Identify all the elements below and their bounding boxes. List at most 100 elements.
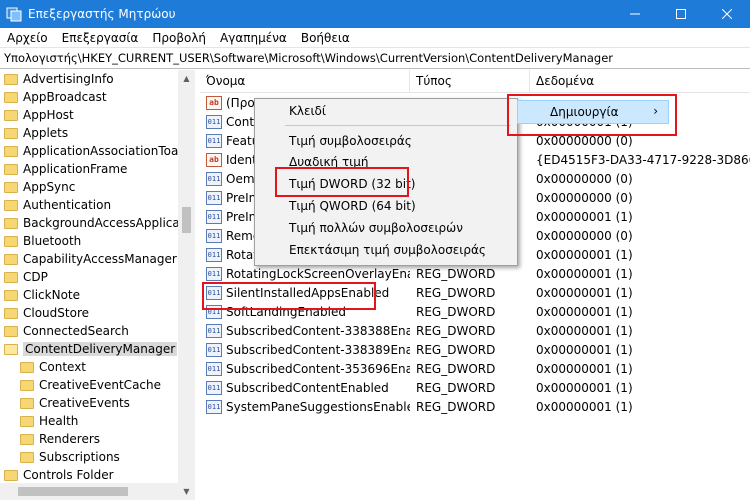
tree-item-appsync[interactable]: AppSync bbox=[0, 178, 194, 196]
tree-item-apphost[interactable]: AppHost bbox=[0, 106, 194, 124]
menu-edit[interactable]: Επεξεργασία bbox=[55, 31, 146, 45]
dword-value-icon: 011 bbox=[206, 228, 222, 243]
scroll-up-arrow-icon[interactable]: ▲ bbox=[178, 70, 195, 87]
scrollbar-thumb[interactable] bbox=[182, 207, 191, 233]
folder-icon bbox=[4, 253, 18, 265]
tree-item-advertisinginfo[interactable]: AdvertisingInfo bbox=[0, 70, 194, 88]
folder-icon bbox=[20, 415, 34, 427]
window-title: Επεξεργαστής Μητρώου bbox=[28, 7, 176, 21]
minimize-button[interactable] bbox=[612, 0, 658, 28]
menu-view[interactable]: Προβολή bbox=[145, 31, 213, 45]
tree-item-clicknote[interactable]: ClickNote bbox=[0, 286, 194, 304]
folder-icon bbox=[4, 109, 18, 121]
dword-value-icon: 011 bbox=[206, 114, 222, 129]
dword-value-icon: 011 bbox=[206, 190, 222, 205]
tree-item-cdp[interactable]: CDP bbox=[0, 268, 194, 286]
column-header-type[interactable]: Τύπος bbox=[410, 70, 530, 93]
folder-icon bbox=[20, 433, 34, 445]
tree-item-contentdeliverymanager[interactable]: ContentDeliveryManager bbox=[0, 340, 194, 358]
context-menu-item-qword-value[interactable]: Τιμή QWORD (64 bit) bbox=[255, 196, 517, 216]
folder-icon bbox=[4, 469, 18, 481]
string-value-icon: ab bbox=[206, 95, 222, 110]
column-header-name[interactable]: Όνομα bbox=[200, 70, 410, 93]
dword-value-icon: 011 bbox=[206, 323, 222, 338]
open-folder-icon bbox=[4, 343, 18, 355]
tree-item-applicationframe[interactable]: ApplicationFrame bbox=[0, 160, 194, 178]
folder-icon bbox=[4, 163, 18, 175]
tree-item-applicationassociationtoasts[interactable]: ApplicationAssociationToasts bbox=[0, 142, 194, 160]
dword-value-icon: 011 bbox=[206, 342, 222, 357]
folder-icon bbox=[4, 307, 18, 319]
dword-value-icon: 011 bbox=[206, 380, 222, 395]
folder-icon bbox=[4, 325, 18, 337]
folder-icon bbox=[4, 181, 18, 193]
tree-item-authentication[interactable]: Authentication bbox=[0, 196, 194, 214]
dword-value-icon: 011 bbox=[206, 266, 222, 281]
annotation-box-dword bbox=[275, 167, 409, 197]
tree-item-health[interactable]: Health bbox=[0, 412, 194, 430]
folder-icon bbox=[4, 127, 18, 139]
folder-icon bbox=[4, 289, 18, 301]
table-row[interactable]: 011 SubscribedContentEnabled REG_DWORD 0x00… bbox=[200, 378, 750, 397]
folder-icon bbox=[4, 91, 18, 103]
folder-icon bbox=[4, 217, 18, 229]
context-menu-item-multi-string-value[interactable]: Τιμή πολλών συμβολοσειρών bbox=[255, 218, 517, 238]
scroll-down-arrow-icon[interactable]: ▼ bbox=[178, 483, 195, 500]
folder-icon bbox=[4, 235, 18, 247]
dword-value-icon: 011 bbox=[206, 399, 222, 414]
tree-item-connectedsearch[interactable]: ConnectedSearch bbox=[0, 322, 194, 340]
close-button[interactable] bbox=[704, 0, 750, 28]
dword-value-icon: 011 bbox=[206, 171, 222, 186]
tree-item-bluetooth[interactable]: Bluetooth bbox=[0, 232, 194, 250]
context-menu-item-key[interactable]: Κλειδί bbox=[255, 101, 517, 121]
table-row[interactable]: 011RotatingLockScreenOverlayEnabl...REG_… bbox=[200, 264, 750, 283]
context-menu-item-string-value[interactable]: Τιμή συμβολοσειράς bbox=[255, 131, 517, 151]
folder-icon bbox=[4, 73, 18, 85]
tree-item-context[interactable]: Context bbox=[0, 358, 194, 376]
tree-item-applets[interactable]: Applets bbox=[0, 124, 194, 142]
dword-value-icon: 011 bbox=[206, 209, 222, 224]
folder-icon bbox=[4, 199, 18, 211]
dword-value-icon: 011 bbox=[206, 247, 222, 262]
menu-help[interactable]: Βοήθεια bbox=[294, 31, 357, 45]
table-row[interactable]: 011SubscribedContent-338388EnabledREG_DW… bbox=[200, 321, 750, 340]
tree-item-subscriptions[interactable]: Subscriptions bbox=[0, 448, 194, 466]
table-row[interactable]: 011 SystemPaneSuggestionsEnabled REG_DWORD… bbox=[200, 397, 750, 416]
tree-item-appbroadcast[interactable]: AppBroadcast bbox=[0, 88, 194, 106]
menu-separator bbox=[285, 125, 511, 126]
tree-item-capabilityaccessmanager[interactable]: CapabilityAccessManager bbox=[0, 250, 194, 268]
tree-item-creativeevents[interactable]: CreativeEvents bbox=[0, 394, 194, 412]
tree-pane: AdvertisingInfo AppBroadcast AppHost App… bbox=[0, 70, 195, 500]
string-value-icon: ab bbox=[206, 152, 222, 167]
tree-item-cloudstore[interactable]: CloudStore bbox=[0, 304, 194, 322]
menu-bar: Αρχείο Επεξεργασία Προβολή Αγαπημένα Βοή… bbox=[0, 28, 750, 48]
folder-icon bbox=[4, 145, 18, 157]
folder-icon bbox=[20, 397, 34, 409]
maximize-button[interactable] bbox=[658, 0, 704, 28]
address-bar[interactable]: Υπολογιστής\HKEY_CURRENT_USER\Software\M… bbox=[0, 48, 750, 69]
annotation-box-new bbox=[507, 94, 677, 136]
dword-value-icon: 011 bbox=[206, 133, 222, 148]
folder-icon bbox=[20, 379, 34, 391]
list-header: Όνομα Τύπος Δεδομένα bbox=[200, 70, 750, 93]
regedit-app-icon bbox=[6, 6, 22, 22]
context-menu-item-expandable-string-value[interactable]: Επεκτάσιμη τιμή συμβολοσειράς bbox=[255, 240, 517, 260]
folder-icon bbox=[20, 451, 34, 463]
dword-value-icon: 011 bbox=[206, 361, 222, 376]
folder-icon bbox=[4, 271, 18, 283]
scrollbar-thumb[interactable] bbox=[18, 487, 128, 496]
tree-item-creativeeventcache[interactable]: CreativeEventCache bbox=[0, 376, 194, 394]
menu-file[interactable]: Αρχείο bbox=[0, 31, 55, 45]
folder-icon bbox=[20, 361, 34, 373]
tree-item-backgroundaccessapplications[interactable]: BackgroundAccessApplications bbox=[0, 214, 194, 232]
column-header-data[interactable]: Δεδομένα bbox=[530, 70, 750, 93]
tree-vertical-scrollbar[interactable]: ▲ ▼ bbox=[178, 70, 195, 500]
tree-item-controls-folder[interactable]: Controls Folder bbox=[0, 466, 194, 484]
menu-favorites[interactable]: Αγαπημένα bbox=[213, 31, 294, 45]
annotation-box-silent-installed bbox=[202, 282, 376, 310]
tree-horizontal-scrollbar[interactable] bbox=[0, 483, 178, 500]
tree-item-renderers[interactable]: Renderers bbox=[0, 430, 194, 448]
table-row[interactable]: 011SubscribedContent-338389EnabledREG_DW… bbox=[200, 340, 750, 359]
title-bar: Επεξεργαστής Μητρώου bbox=[0, 0, 750, 28]
table-row[interactable]: 011SubscribedContent-353696EnabledREG_DW… bbox=[200, 359, 750, 378]
